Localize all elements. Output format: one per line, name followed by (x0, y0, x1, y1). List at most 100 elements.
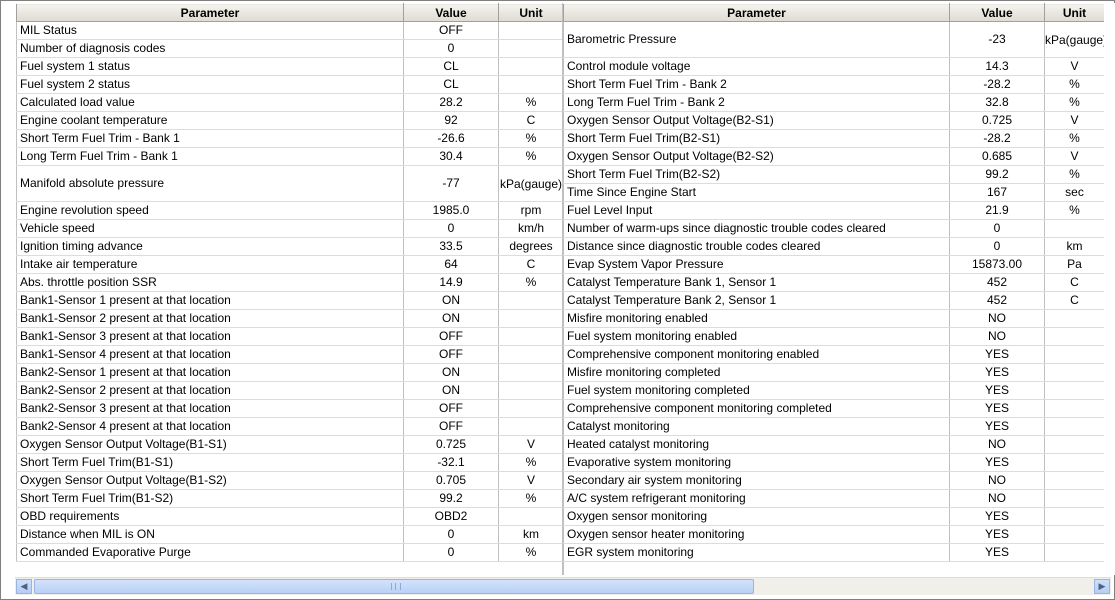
table-row[interactable]: Evap System Vapor Pressure 15873.00 Pa (563, 255, 1105, 274)
table-row[interactable]: Short Term Fuel Trim(B2-S1) -28.2% (563, 129, 1105, 148)
right-header-value[interactable]: Value (949, 3, 1045, 22)
value-cell: -77 (403, 165, 499, 202)
value-cell: 15873.00 (949, 255, 1045, 274)
unit-cell: V (1044, 111, 1105, 130)
table-row[interactable]: Oxygen sensor heater monitoring YES (563, 525, 1105, 544)
table-row[interactable]: Engine coolant temperature 92 C (16, 111, 564, 130)
right-header-unit[interactable]: Unit (1044, 3, 1105, 22)
table-row[interactable]: Time Since Engine Start 167 sec (563, 183, 1105, 202)
table-row[interactable]: Fuel system monitoring enabled NO (563, 327, 1105, 346)
table-row[interactable]: Oxygen sensor monitoring YES (563, 507, 1105, 526)
table-row[interactable]: Long Term Fuel Trim - Bank 2 32.8% (563, 93, 1105, 112)
value-cell: 0 (403, 543, 499, 562)
left-header-value[interactable]: Value (403, 3, 499, 22)
table-row[interactable]: Misfire monitoring enabled NO (563, 309, 1105, 328)
parameter-cell: Engine coolant temperature (16, 111, 404, 130)
parameter-cell: Catalyst monitoring (563, 417, 950, 436)
table-row[interactable]: Bank1-Sensor 2 present at that location O… (16, 309, 564, 328)
table-row[interactable]: Catalyst Temperature Bank 2, Sensor 1 452… (563, 291, 1105, 310)
value-cell: YES (949, 381, 1045, 400)
left-header-unit[interactable]: Unit (498, 3, 564, 22)
scrollbar-thumb[interactable] (34, 579, 754, 594)
arrow-right-icon[interactable]: ▶ (1094, 579, 1110, 594)
right-header-parameter[interactable]: Parameter (563, 3, 950, 22)
table-row[interactable]: Abs. throttle position SSR 14.9% (16, 273, 564, 292)
unit-cell (498, 309, 564, 328)
data-grid-window: Parameter Value Unit MIL Status OFF Number… (0, 0, 1115, 600)
table-row[interactable]: Bank1-Sensor 3 present at that location O… (16, 327, 564, 346)
table-row[interactable]: Comprehensive component monitoring enabl… (563, 345, 1105, 364)
value-cell: ON (403, 291, 499, 310)
unit-cell: V (1044, 57, 1105, 76)
table-row[interactable]: Short Term Fuel Trim(B1-S2) 99.2% (16, 489, 564, 508)
parameter-cell: Short Term Fuel Trim(B2-S2) (563, 165, 950, 184)
table-row[interactable]: Short Term Fuel Trim(B2-S2) 99.2% (563, 165, 1105, 184)
table-row[interactable]: Oxygen Sensor Output Voltage(B2-S2) 0.685… (563, 147, 1105, 166)
table-row[interactable]: Short Term Fuel Trim(B1-S1) -32.1% (16, 453, 564, 472)
table-row[interactable]: Short Term Fuel Trim - Bank 2 -28.2% (563, 75, 1105, 94)
left-header-row: Parameter Value Unit (16, 3, 564, 22)
table-row[interactable]: Catalyst Temperature Bank 1, Sensor 1 452… (563, 273, 1105, 292)
table-row[interactable]: MIL Status OFF (16, 21, 564, 40)
table-row[interactable]: EGR system monitoring YES (563, 543, 1105, 562)
value-cell: NO (949, 489, 1045, 508)
table-row[interactable]: Vehicle speed 0 km/h (16, 219, 564, 238)
unit-cell: % (498, 273, 564, 292)
table-row[interactable]: Distance when MIL is ON 0 km (16, 525, 564, 544)
table-row[interactable]: Secondary air system monitoring NO (563, 471, 1105, 490)
value-cell: YES (949, 453, 1045, 472)
table-row[interactable]: Commanded Evaporative Purge 0% (16, 543, 564, 562)
unit-cell (498, 417, 564, 436)
parameter-cell: Bank1-Sensor 3 present at that location (16, 327, 404, 346)
table-row[interactable]: Bank2-Sensor 3 present at that location O… (16, 399, 564, 418)
arrow-left-icon[interactable]: ◀ (16, 579, 32, 594)
table-row[interactable]: Control module voltage 14.3 V (563, 57, 1105, 76)
table-row[interactable]: Fuel system 1 status CL (16, 57, 564, 76)
value-cell: 28.2 (403, 93, 499, 112)
table-row[interactable]: Oxygen Sensor Output Voltage(B1-S1) 0.725… (16, 435, 564, 454)
value-cell: NO (949, 471, 1045, 490)
table-row[interactable]: A/C system refrigerant monitoring NO (563, 489, 1105, 508)
table-row[interactable]: Intake air temperature 64 C (16, 255, 564, 274)
table-row[interactable]: Number of warm-ups since diagnostic trou… (563, 219, 1105, 238)
table-row[interactable]: Bank2-Sensor 2 present at that location O… (16, 381, 564, 400)
table-row[interactable]: Fuel Level Input 21.9% (563, 201, 1105, 220)
table-row[interactable]: Ignition timing advance 33.5 degrees (16, 237, 564, 256)
table-row[interactable]: Oxygen Sensor Output Voltage(B2-S1) 0.725… (563, 111, 1105, 130)
table-row[interactable]: Distance since diagnostic trouble codes … (563, 237, 1105, 256)
table-row[interactable]: Fuel system 2 status CL (16, 75, 564, 94)
table-row[interactable]: Heated catalyst monitoring NO (563, 435, 1105, 454)
table-row[interactable]: Short Term Fuel Trim - Bank 1 -26.6% (16, 129, 564, 148)
parameter-cell: Evaporative system monitoring (563, 453, 950, 472)
value-cell: OFF (403, 21, 499, 40)
table-row[interactable]: Manifold absolute pressure -77 kPa(gauge) (16, 165, 564, 202)
unit-cell: degrees (498, 237, 564, 256)
left-header-parameter[interactable]: Parameter (16, 3, 404, 22)
table-row[interactable]: Bank2-Sensor 4 present at that location O… (16, 417, 564, 436)
left-parameter-table: Parameter Value Unit MIL Status OFF Number… (16, 3, 564, 562)
table-row[interactable]: Bank2-Sensor 1 present at that location O… (16, 363, 564, 382)
parameter-cell: Comprehensive component monitoring compl… (563, 399, 950, 418)
table-row[interactable]: OBD requirements OBD2 (16, 507, 564, 526)
table-row[interactable]: Catalyst monitoring YES (563, 417, 1105, 436)
horizontal-scrollbar[interactable]: ◀ ▶ (15, 577, 1111, 595)
table-row[interactable]: Evaporative system monitoring YES (563, 453, 1105, 472)
table-row[interactable]: Bank1-Sensor 4 present at that location O… (16, 345, 564, 364)
table-row[interactable]: Barometric Pressure -23 kPa(gauge) (563, 21, 1105, 58)
table-row[interactable]: Comprehensive component monitoring compl… (563, 399, 1105, 418)
table-row[interactable]: Engine revolution speed 1985.0 rpm (16, 201, 564, 220)
unit-cell: V (498, 471, 564, 490)
value-cell: YES (949, 525, 1045, 544)
table-row[interactable]: Number of diagnosis codes 0 (16, 39, 564, 58)
unit-cell: C (498, 111, 564, 130)
parameter-cell: Bank2-Sensor 4 present at that location (16, 417, 404, 436)
table-row[interactable]: Fuel system monitoring completed YES (563, 381, 1105, 400)
table-row[interactable]: Calculated load value 28.2% (16, 93, 564, 112)
table-row[interactable]: Bank1-Sensor 1 present at that location O… (16, 291, 564, 310)
table-row[interactable]: Long Term Fuel Trim - Bank 1 30.4% (16, 147, 564, 166)
unit-cell (498, 507, 564, 526)
table-row[interactable]: Misfire monitoring completed YES (563, 363, 1105, 382)
value-cell: OBD2 (403, 507, 499, 526)
table-row[interactable]: Oxygen Sensor Output Voltage(B1-S2) 0.705… (16, 471, 564, 490)
parameter-cell: Short Term Fuel Trim - Bank 2 (563, 75, 950, 94)
